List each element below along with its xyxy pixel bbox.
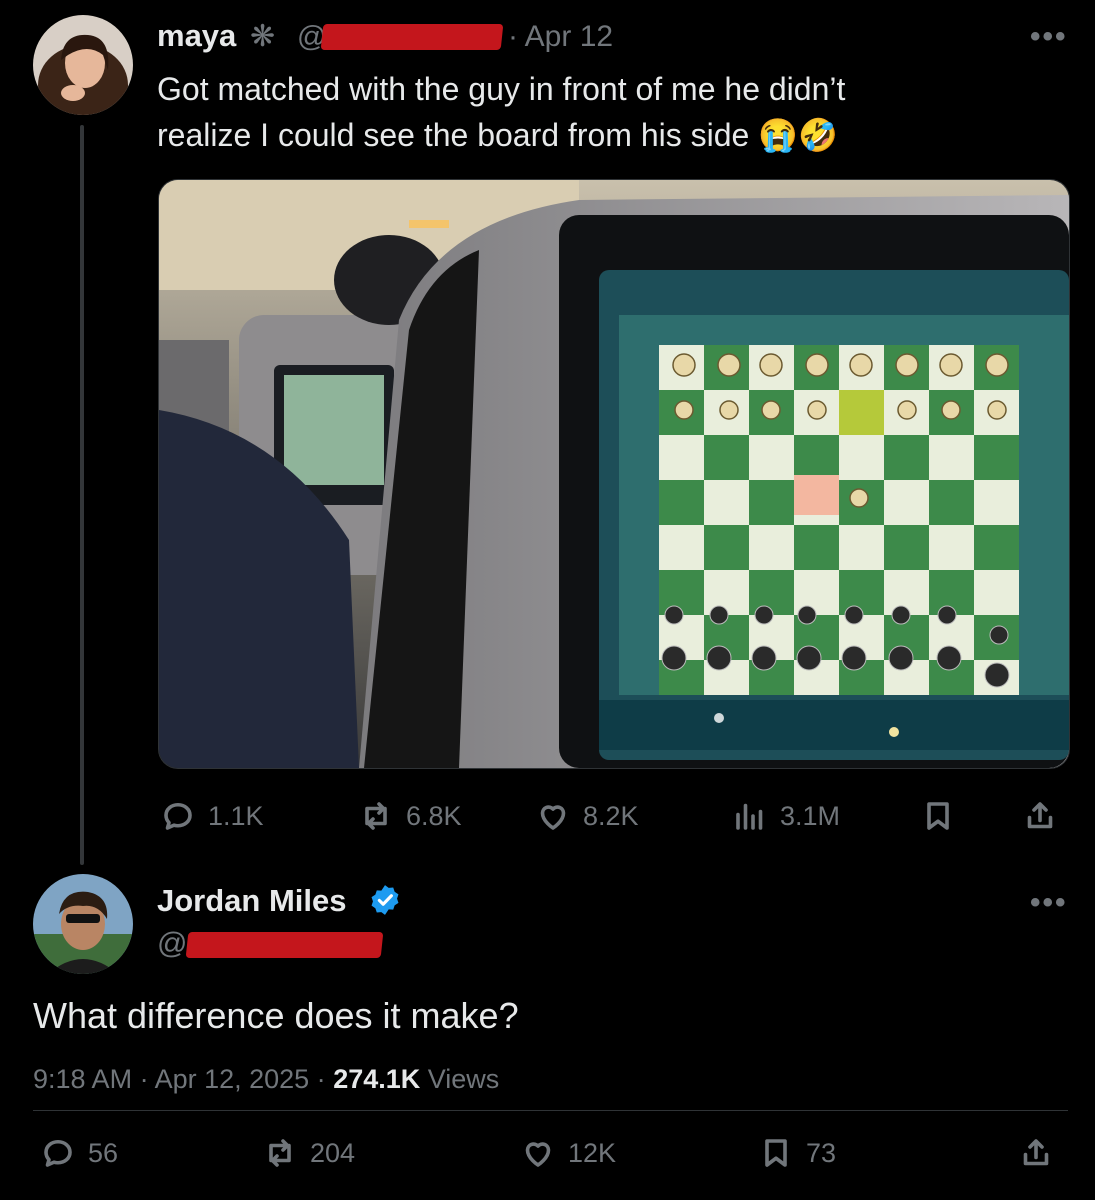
like-button[interactable]: 8.2K [535,798,639,834]
reply-like-count: 12K [568,1137,617,1168]
tweet-date[interactable]: · Apr 12 [508,20,613,54]
reply-reply-button[interactable]: 56 [40,1135,118,1171]
reply-button[interactable]: 1.1K [160,798,264,834]
emoji: 😭🤣 [758,117,838,153]
like-icon [540,805,566,830]
reply-views-label: Views [420,1064,500,1094]
reply-bookmark-count: 73 [806,1137,837,1168]
reply-view-count: 274.1K [333,1064,421,1094]
repost-count: 6.8K [406,800,462,831]
tweet-media-photo[interactable] [158,179,1070,769]
bookmark-icon [765,1139,787,1167]
reply-handle-prefix[interactable]: @ [157,927,187,961]
more-icon[interactable]: ••• [1030,20,1068,54]
handle-redaction [320,24,504,50]
reply-bookmark-button[interactable]: 73 [758,1135,836,1171]
author-avatar[interactable] [33,15,133,115]
flower-icon: ❋ [250,20,276,53]
thread-line [80,125,84,865]
repost-icon [365,802,387,830]
reply-text: What difference does it make? [33,995,519,1036]
reply-repost-button[interactable]: 204 [262,1135,355,1171]
divider [33,1110,1068,1111]
reply-author-avatar[interactable] [33,874,133,974]
reply-timestamp[interactable]: 9:18 AM · Apr 12, 2025 · [33,1064,333,1094]
reply-share-button[interactable] [1018,1135,1054,1171]
share-icon [1027,802,1053,829]
reply-more-icon[interactable]: ••• [1030,886,1068,920]
reply-meta: 9:18 AM · Apr 12, 2025 · 274.1K Views [33,1064,499,1095]
share-icon [1023,1139,1049,1166]
reply-repost-count: 204 [310,1137,356,1168]
bookmark-icon [927,802,949,830]
reply-icon [164,802,192,830]
repost-button[interactable]: 6.8K [358,798,462,834]
views-count: 3.1M [780,800,841,831]
reply-handle-redaction [185,932,384,958]
verified-badge-icon [368,883,402,917]
share-button[interactable] [1022,798,1058,834]
reply-author-name[interactable]: Jordan Miles [157,883,347,919]
reply-icon [44,1139,72,1167]
views-icon [736,803,763,830]
reply-reply-count: 56 [88,1137,119,1168]
reply-count: 1.1K [208,800,264,831]
like-count: 8.2K [583,800,639,831]
author-name[interactable]: maya [157,18,236,54]
tweet-text-line-2: realize I could see the board from his s… [157,112,1077,158]
reply-like-button[interactable]: 12K [520,1135,616,1171]
tweet-text-line-1: Got matched with the guy in front of me … [157,71,846,107]
repost-icon [269,1139,291,1167]
views-button[interactable]: 3.1M [732,798,840,834]
bookmark-button[interactable] [920,798,956,834]
tweet-text-line-2-text: realize I could see the board from his s… [157,117,750,153]
like-icon [525,1142,551,1167]
tweet-text: Got matched with the guy in front of me … [157,66,1077,158]
